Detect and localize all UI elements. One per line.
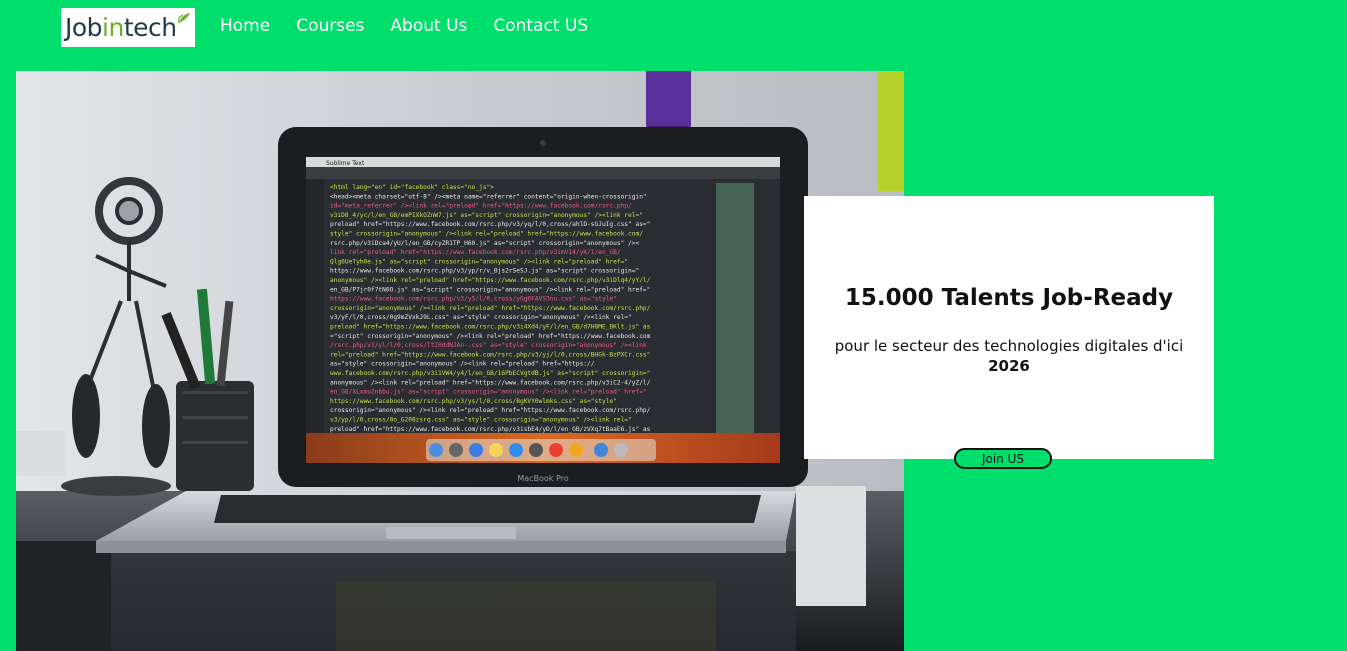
code-line: preload" href="https://www.facebook.com/… <box>330 324 651 331</box>
code-line: anonymous" /><link rel="preload" href="h… <box>330 379 651 386</box>
code-line: https://www.facebook.com/rsrc.php/v3/yp/… <box>330 268 639 275</box>
code-line: v3/yp/l/0,cross/0o_G208zsrq.css" as="sty… <box>330 417 632 424</box>
code-line: link rel="preload" href="https://www.fac… <box>330 249 621 256</box>
leaf-icon <box>178 13 190 24</box>
join-us-button[interactable]: Join US <box>954 448 1052 469</box>
nav-link-contact-us[interactable]: Contact US <box>493 16 588 36</box>
hero-image: Sublime Text <html lang="en" id="faceboo… <box>16 71 904 651</box>
code-line: as="style" crossorigin="anonymous" /><li… <box>330 361 595 368</box>
logo-text-tech: tech <box>123 13 177 42</box>
jobintech-logo[interactable]: Job in tech <box>61 8 195 47</box>
code-line: ="script" crossorigin="anonymous" /><lin… <box>330 333 651 340</box>
code-line: <html lang="en" id="facebook" class="no_… <box>330 184 494 191</box>
laptop-brand-label: MacBook Pro <box>517 474 568 483</box>
code-line: style" crossorigin="anonymous" /><link r… <box>330 231 643 238</box>
card-subtitle: pour le secteur des technologies digital… <box>814 336 1204 376</box>
code-line: rsrc.php/v3iDca4/yU/l/en_GB/cyZR1TP_H60.… <box>330 240 639 247</box>
laptop-photo: Sublime Text <html lang="en" id="faceboo… <box>16 71 904 651</box>
logo-text-job: Job <box>65 13 103 42</box>
code-line: rel="preload" href="https://www.facebook… <box>330 351 650 358</box>
code-line: /rsrc.php/v3/yl/l/0,cross/TtI0ddNJAn-.cs… <box>330 342 647 349</box>
code-line: crossorigin="anonymous" /><link rel="pre… <box>330 407 651 414</box>
code-line: https://www.facebook.com/rsrc.php/v3/y5/… <box>330 296 617 303</box>
logo-text-in: in <box>102 13 124 42</box>
code-line: id="meta_referrer" /><link rel="preload"… <box>330 203 632 210</box>
code-line: https://www.facebook.com/rsrc.php/v3/ys/… <box>330 398 617 405</box>
code-line: <head><meta charset="utf-8" /><meta name… <box>330 193 647 200</box>
code-line: en_GB/P7jr0f7tN0O.js" as="script" crosso… <box>330 286 650 293</box>
code-line: preload" href="https://www.facebook.com/… <box>330 221 650 228</box>
card-title: 15.000 Talents Job-Ready <box>844 285 1174 311</box>
card-year: 2026 <box>988 357 1030 375</box>
code-line: preload" href="https://www.facebook.com/… <box>330 426 651 433</box>
code-line: en_GB/XLxmu2nbbu.js" as="script" crossor… <box>330 389 647 396</box>
code-editor-text: <html lang="en" id="facebook" class="no_… <box>330 184 651 433</box>
code-line: v3/yF/l/0,cross/0g9mZVxkJ9L.css" as="sty… <box>330 314 632 321</box>
main-nav: Home Courses About Us Contact US <box>220 16 588 36</box>
code-line: v3iD8_4/yc/l/en_GB/emPIXkOZnW7.js" as="s… <box>330 212 643 219</box>
code-line: anonymous" /><link rel="preload" href="h… <box>330 277 651 284</box>
code-line: www.facebook.com/rsrc.php/v3i1VW4/y4/l/e… <box>330 370 650 377</box>
code-line: Qlg6UeTyh0e.js" as="script" crossorigin=… <box>330 258 628 265</box>
code-line: crossorigin="anonymous" /><link rel="pre… <box>330 305 651 312</box>
card-subtitle-text: pour le secteur des technologies digital… <box>834 337 1184 355</box>
promo-card: 15.000 Talents Job-Ready pour le secteur… <box>804 196 1214 459</box>
nav-link-home[interactable]: Home <box>220 16 270 36</box>
nav-link-about-us[interactable]: About Us <box>390 16 467 36</box>
nav-link-courses[interactable]: Courses <box>296 16 364 36</box>
editor-title: Sublime Text <box>326 160 365 167</box>
